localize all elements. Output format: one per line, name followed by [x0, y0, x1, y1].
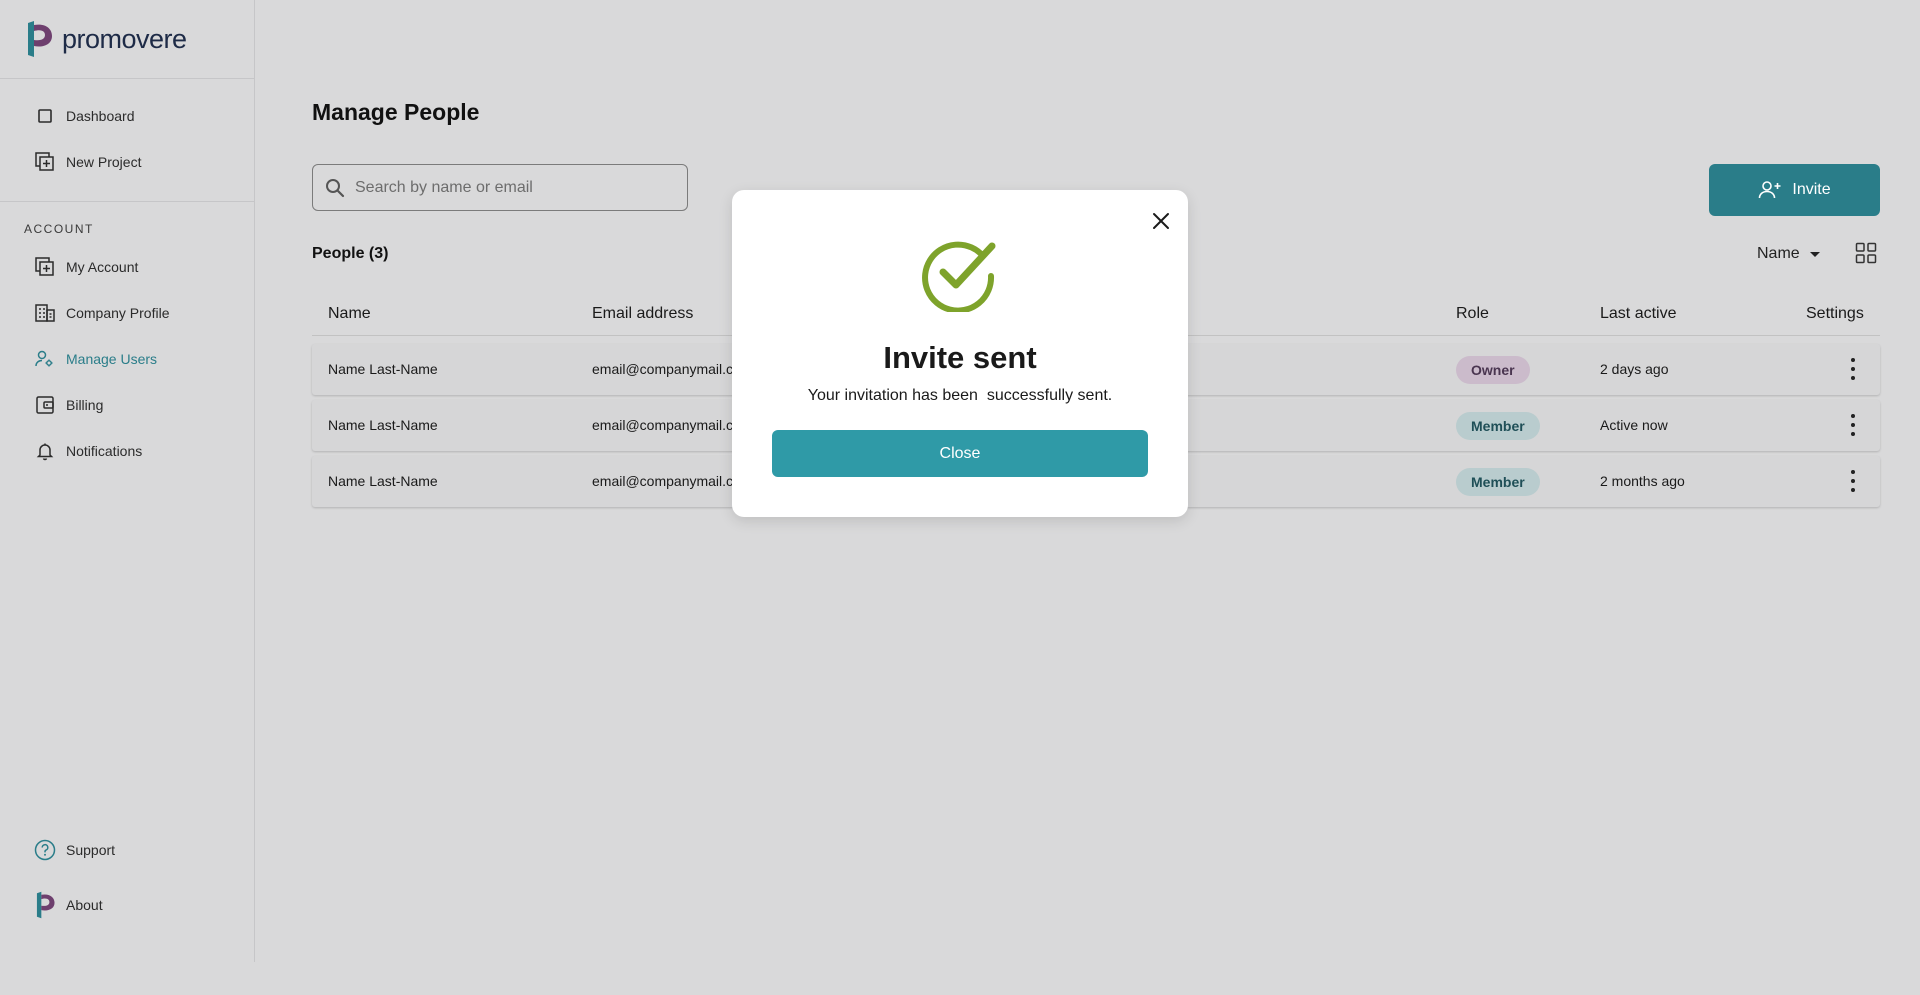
cell-email: email@companymail.c [592, 473, 734, 489]
page-title: Manage People [312, 99, 480, 125]
sidebar-item-my-account[interactable]: My Account [0, 244, 254, 290]
nav-bottom: Support About [0, 822, 254, 932]
column-header-last-active[interactable]: Last active [1600, 305, 1676, 323]
add-user-icon [1759, 181, 1781, 199]
column-header-name[interactable]: Name [328, 305, 371, 323]
brand[interactable]: promovere [0, 0, 254, 79]
search-input[interactable] [355, 178, 655, 197]
section-label-account: ACCOUNT [24, 222, 94, 236]
sidebar-item-about[interactable]: About [0, 877, 254, 932]
sort-label: Name [1757, 245, 1800, 262]
invite-button[interactable]: Invite [1709, 164, 1880, 216]
sidebar: promovere Dashboard New Project ACCOUNT … [0, 0, 255, 962]
dialog-title: Invite sent [883, 340, 1037, 375]
sidebar-item-label: Billing [66, 397, 104, 413]
search-box[interactable] [312, 164, 688, 211]
sidebar-item-label: Support [66, 841, 116, 858]
cell-last-active: Active now [1600, 417, 1668, 433]
wallet-icon [34, 394, 56, 416]
more-options-icon[interactable] [1850, 470, 1856, 492]
sidebar-item-label: Manage Users [66, 351, 158, 367]
brand-name: promovere [62, 23, 187, 54]
sidebar-item-label: Dashboard [66, 108, 135, 124]
role-badge: Member [1456, 412, 1540, 440]
column-header-settings: Settings [1806, 305, 1864, 322]
logo-icon [34, 891, 56, 918]
users-icon [34, 348, 56, 370]
cell-last-active: 2 days ago [1600, 361, 1669, 377]
search-icon [326, 178, 345, 197]
sort-dropdown[interactable]: Name [1757, 245, 1820, 263]
sidebar-item-dashboard[interactable]: Dashboard [0, 93, 254, 139]
close-button[interactable]: Close [772, 430, 1148, 477]
sidebar-item-label: Company Profile [66, 305, 170, 321]
check-circle-icon [922, 241, 996, 312]
sidebar-item-support[interactable]: Support [0, 822, 254, 877]
sidebar-item-new-project[interactable]: New Project [0, 139, 254, 185]
sidebar-item-billing[interactable]: Billing [0, 382, 254, 428]
column-header-role[interactable]: Role [1456, 305, 1489, 323]
dialog-message: Your invitation has been successfully se… [807, 387, 1113, 404]
sidebar-item-label: New Project [66, 154, 142, 170]
caret-down-icon [1809, 251, 1820, 257]
add-project-icon [34, 151, 56, 173]
sidebar-item-label: My Account [66, 259, 139, 275]
nav-main: Dashboard New Project [0, 79, 254, 202]
sidebar-item-manage-users[interactable]: Manage Users [0, 336, 254, 382]
role-badge: Member [1456, 468, 1540, 496]
sidebar-item-company-profile[interactable]: Company Profile [0, 290, 254, 336]
cell-name: Name Last-Name [328, 361, 438, 377]
promovere-logo-icon [28, 21, 52, 57]
grid-view-icon[interactable] [1855, 242, 1877, 264]
square-icon [34, 105, 56, 127]
cell-name: Name Last-Name [328, 473, 438, 489]
cell-email: email@companymail.c [592, 361, 734, 377]
cell-email: email@companymail.c [592, 417, 734, 433]
close-icon[interactable] [1150, 210, 1172, 232]
invite-button-label: Invite [1792, 181, 1831, 198]
column-header-email[interactable]: Email address [592, 305, 693, 323]
sidebar-item-notifications[interactable]: Notifications [0, 428, 254, 474]
invite-sent-dialog: Invite sent Your invitation has been suc… [732, 190, 1188, 517]
sidebar-item-label: About [66, 896, 103, 913]
cell-last-active: 2 months ago [1600, 473, 1685, 489]
more-options-icon[interactable] [1850, 358, 1856, 380]
sidebar-item-label: Notifications [66, 443, 143, 459]
help-circle-icon [34, 839, 56, 861]
building-icon [34, 302, 56, 324]
add-project-icon [34, 256, 56, 278]
bell-icon [34, 440, 56, 462]
role-badge: Owner [1456, 356, 1530, 384]
nav-account: My Account Company Profile Manage Users … [0, 244, 254, 474]
more-options-icon[interactable] [1850, 414, 1856, 436]
people-count: People (3) [312, 245, 389, 262]
cell-name: Name Last-Name [328, 417, 438, 433]
